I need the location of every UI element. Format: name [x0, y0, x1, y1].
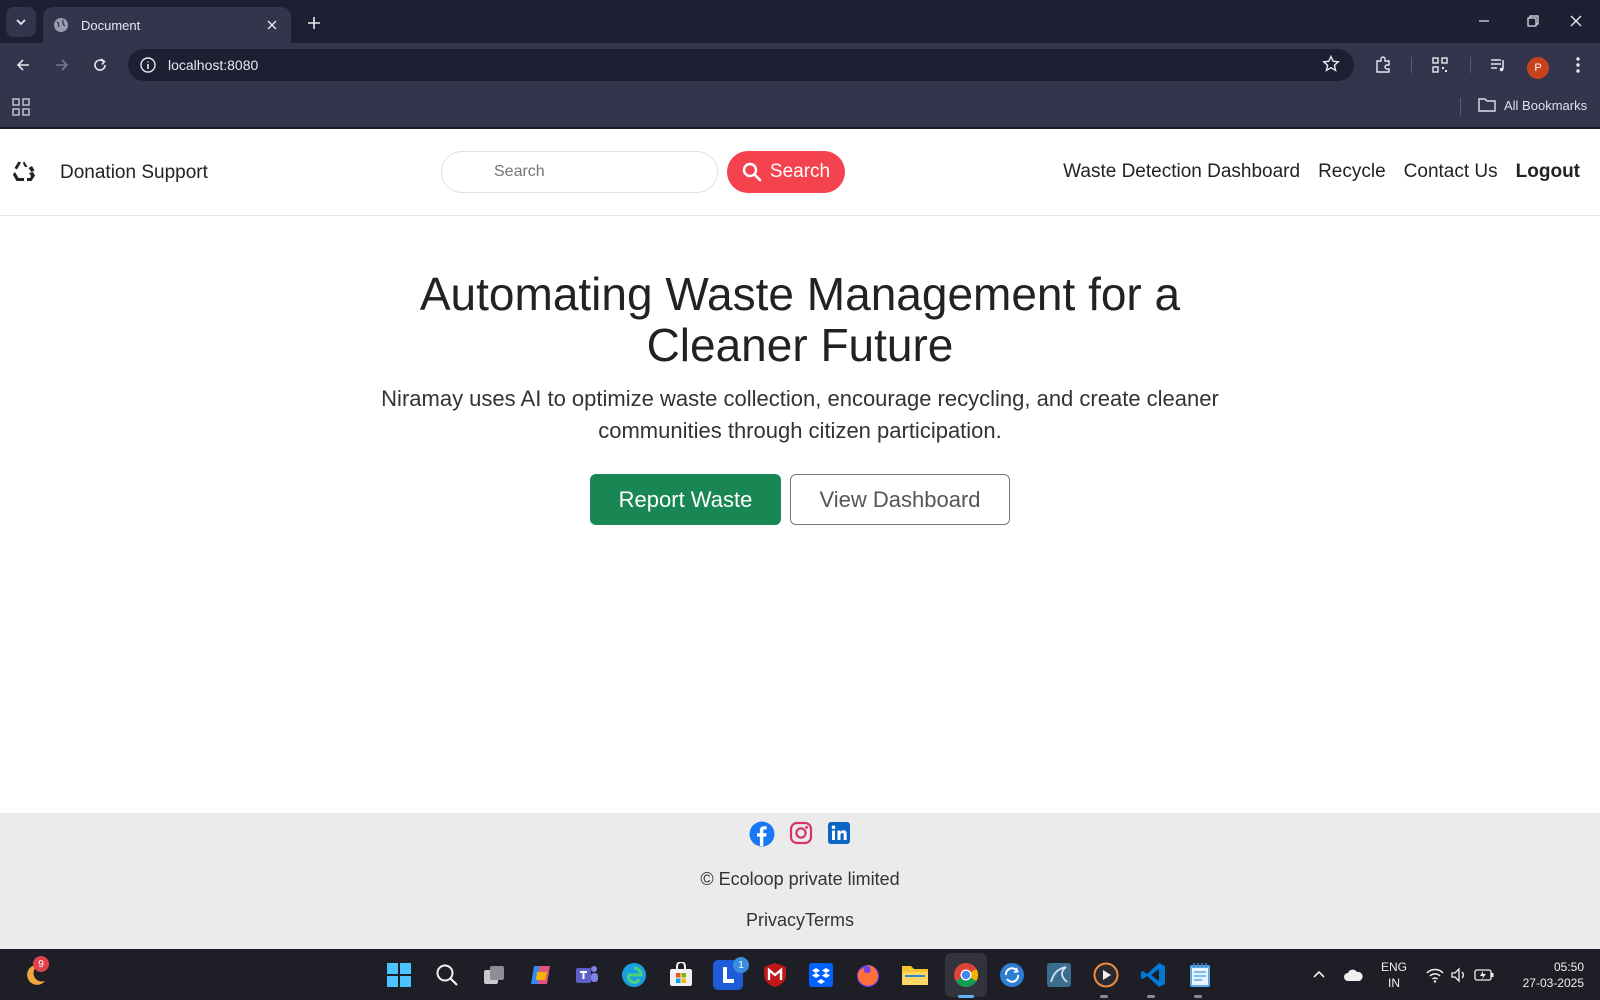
copyright-text: © Ecoloop private limited	[700, 869, 900, 889]
hero-subtitle: Niramay uses AI to optimize waste collec…	[381, 386, 1219, 443]
restore-button[interactable]	[1513, 8, 1553, 34]
address-bar[interactable]: localhost:8080	[128, 49, 1354, 81]
language-indicator[interactable]: ENG IN	[1379, 959, 1409, 991]
search-input[interactable]	[441, 151, 718, 193]
edge-icon[interactable]	[619, 960, 649, 990]
region-text: IN	[1388, 976, 1400, 990]
plus-icon	[308, 17, 320, 29]
close-icon	[1570, 15, 1582, 27]
browser-tab-bar: Document	[0, 0, 1600, 43]
all-bookmarks-label: All Bookmarks	[1504, 97, 1588, 113]
folder-icon	[1478, 98, 1496, 112]
instagram-icon[interactable]	[789, 821, 813, 845]
browser-toolbar: localhost:8080	[0, 43, 1600, 86]
restore-icon	[1527, 15, 1539, 27]
toolbar-divider	[1470, 57, 1471, 73]
chrome-icon[interactable]	[951, 960, 981, 990]
running-indicator	[1100, 995, 1108, 998]
outlook-badge: 1	[733, 957, 749, 973]
extensions-icon[interactable]	[1371, 53, 1395, 77]
bookmark-star-icon[interactable]	[1322, 55, 1340, 73]
running-indicator	[1194, 995, 1202, 998]
qr-code-icon[interactable]	[1428, 53, 1452, 77]
search-icon	[742, 162, 762, 182]
vscode-icon[interactable]	[1138, 960, 1168, 990]
recycle-logo-icon[interactable]	[12, 159, 36, 188]
weather-badge: 9	[33, 956, 49, 972]
reload-button[interactable]	[86, 51, 114, 79]
active-indicator	[958, 995, 974, 998]
nav-link-recycle[interactable]: Recycle	[1318, 161, 1386, 183]
chevron-up-icon[interactable]	[1304, 960, 1334, 990]
windows-start-icon[interactable]	[384, 960, 414, 990]
nav-link-contact-us[interactable]: Contact Us	[1404, 161, 1498, 183]
legal-links[interactable]: PrivacyTerms	[0, 910, 1600, 931]
mcafee-icon[interactable]	[760, 960, 790, 990]
notepad-icon[interactable]	[1185, 960, 1215, 990]
bookmarks-bar: All Bookmarks	[0, 86, 1600, 129]
taskbar-search-icon[interactable]	[432, 960, 462, 990]
facebook-icon[interactable]	[749, 821, 775, 847]
arrow-left-icon	[16, 59, 29, 71]
arrow-right-icon	[56, 59, 69, 71]
battery-icon[interactable]	[1469, 960, 1499, 990]
more-menu-icon[interactable]	[1566, 53, 1590, 77]
globe-icon	[54, 18, 68, 32]
new-tab-button[interactable]	[302, 11, 326, 35]
windows-taskbar: 9 1 ENG IN 05:50 27-03-2025	[0, 949, 1600, 1000]
bookmarks-divider	[1460, 98, 1461, 116]
search-button[interactable]: Search	[727, 151, 845, 193]
clock-time: 05:50	[1553, 960, 1584, 974]
close-tab-icon[interactable]	[263, 16, 281, 34]
hero-actions: Report Waste View Dashboard	[0, 474, 1600, 525]
mysql-workbench-icon[interactable]	[1044, 960, 1074, 990]
microsoft-store-icon[interactable]	[666, 960, 696, 990]
tab-title: Document	[81, 17, 141, 33]
sync-app-icon[interactable]	[997, 960, 1027, 990]
hero-title: Automating Waste Management for a Cleane…	[419, 268, 1181, 371]
brand-link[interactable]: Donation Support	[60, 162, 208, 184]
tab-search-button[interactable]	[6, 7, 36, 37]
toolbar-divider	[1411, 57, 1412, 73]
hero-section: Automating Waste Management for a Cleane…	[0, 216, 1600, 525]
browser-tab[interactable]: Document	[43, 7, 291, 43]
linkedin-icon[interactable]	[827, 821, 851, 845]
apps-grid-icon[interactable]	[12, 98, 30, 121]
file-explorer-icon[interactable]	[900, 960, 930, 990]
close-window-button[interactable]	[1556, 8, 1596, 34]
copilot-icon[interactable]	[526, 960, 556, 990]
social-links	[0, 821, 1600, 847]
onedrive-cloud-icon[interactable]	[1338, 960, 1368, 990]
clock[interactable]: 05:50 27-03-2025	[1508, 959, 1584, 991]
site-navbar: Donation Support Search Waste Detection …	[0, 129, 1600, 216]
view-dashboard-button[interactable]: View Dashboard	[790, 474, 1010, 525]
url-text: localhost:8080	[168, 57, 259, 73]
search-button-label: Search	[769, 161, 831, 182]
running-indicator	[1147, 995, 1155, 998]
language-text: ENG	[1380, 960, 1407, 974]
chevron-down-icon	[16, 19, 26, 26]
site-info-icon[interactable]	[140, 57, 156, 73]
all-bookmarks-button[interactable]: All Bookmarks	[1478, 97, 1587, 113]
nav-link-waste-detection-dashboard[interactable]: Waste Detection Dashboard	[1063, 161, 1300, 183]
forward-button[interactable]	[48, 51, 76, 79]
firefox-icon[interactable]	[853, 960, 883, 990]
site-footer: © Ecoloop private limited PrivacyTerms	[0, 813, 1600, 949]
clock-date: 27-03-2025	[1522, 976, 1584, 990]
media-player-icon[interactable]	[1091, 960, 1121, 990]
logout-link[interactable]: Logout	[1516, 161, 1580, 183]
task-view-icon[interactable]	[479, 960, 509, 990]
profile-avatar[interactable]: P	[1527, 57, 1549, 79]
teams-icon[interactable]	[572, 960, 602, 990]
back-button[interactable]	[9, 51, 37, 79]
media-controls-icon[interactable]	[1486, 53, 1510, 77]
reload-icon	[94, 58, 106, 71]
report-waste-button[interactable]: Report Waste	[590, 474, 781, 525]
dropbox-icon[interactable]	[806, 960, 836, 990]
nav-links: Waste Detection Dashboard Recycle Contac…	[1063, 161, 1580, 183]
minimize-button[interactable]	[1464, 8, 1504, 34]
minimize-icon	[1479, 20, 1489, 22]
